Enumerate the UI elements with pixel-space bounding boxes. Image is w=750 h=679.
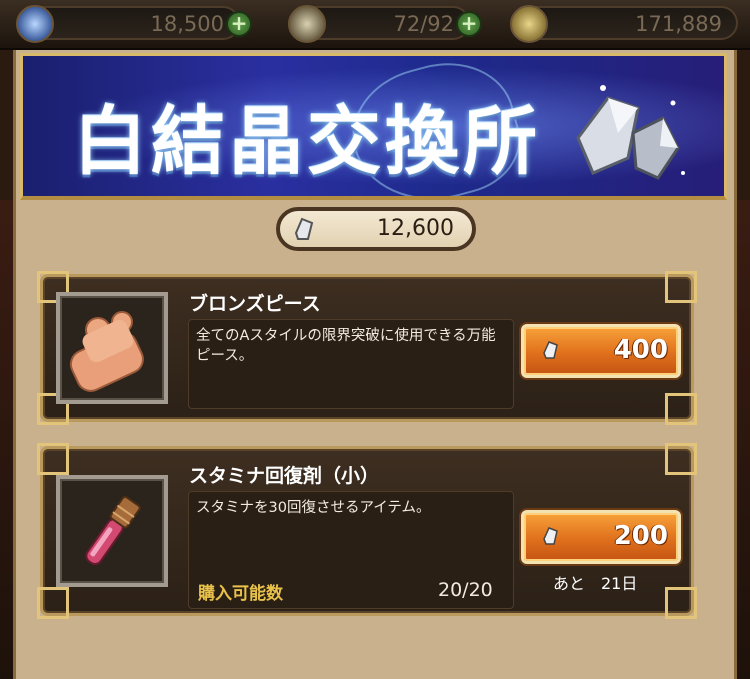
item-description: スタミナを30回復させるアイテム。 [196, 500, 431, 516]
gold-coin-icon [510, 5, 548, 43]
buy-button[interactable]: 200 [521, 510, 681, 564]
remaining-days: あと 21日 [553, 574, 638, 593]
white-crystal-icon [294, 217, 314, 240]
white-crystal-icon [543, 341, 558, 359]
gem-icon [16, 5, 54, 43]
stamina-vial-icon [85, 495, 141, 565]
white-crystal-large-icon [576, 85, 685, 180]
status-bar: 18,500 + 72/92 + 171,889 [0, 0, 750, 50]
item-thumbnail [56, 292, 168, 404]
item-name: ブロンズピース [189, 293, 321, 315]
banner-title: 白結晶交換所 [73, 99, 541, 185]
shop-banner: 白結晶交換所 [20, 53, 727, 200]
buy-button[interactable]: 400 [521, 324, 681, 378]
stamina-counter: 72/92 + [288, 5, 482, 43]
right-edge-decoration [737, 200, 750, 679]
add-stamina-button[interactable]: + [456, 11, 482, 37]
gem-value: 18,500 [150, 12, 224, 36]
item-name: スタミナ回復剤（小） [189, 465, 380, 487]
shop-item-card: ブロンズピース 全てのAスタイルの限界突破に使用できる万能ピース。 400 [37, 271, 697, 425]
item-price: 200 [613, 521, 668, 551]
gold-counter: 171,889 [510, 5, 738, 43]
purchase-limit-label: 購入可能数 [198, 584, 283, 604]
shop-item-card: スタミナ回復剤（小） スタミナを30回復させるアイテム。 購入可能数 20/20… [37, 443, 697, 619]
gem-counter: 18,500 + [16, 5, 252, 43]
gold-value: 171,889 [635, 12, 722, 36]
left-edge-decoration [0, 200, 13, 679]
add-gems-button[interactable]: + [226, 11, 252, 37]
item-price: 400 [613, 335, 668, 365]
item-description-box: 全てのAスタイルの限界突破に使用できる万能ピース。 [188, 319, 514, 409]
purchase-limit-value: 20/20 [438, 579, 493, 601]
white-crystal-icon [543, 527, 558, 545]
item-description: 全てのAスタイルの限界突破に使用できる万能ピース。 [196, 328, 496, 364]
bronze-puzzle-piece-icon [69, 311, 144, 392]
stamina-value: 72/92 [393, 12, 454, 36]
crystal-balance-value: 12,600 [377, 216, 454, 241]
lightning-icon [288, 5, 326, 43]
crystal-balance: 12,600 [276, 207, 476, 251]
item-thumbnail [56, 475, 168, 587]
